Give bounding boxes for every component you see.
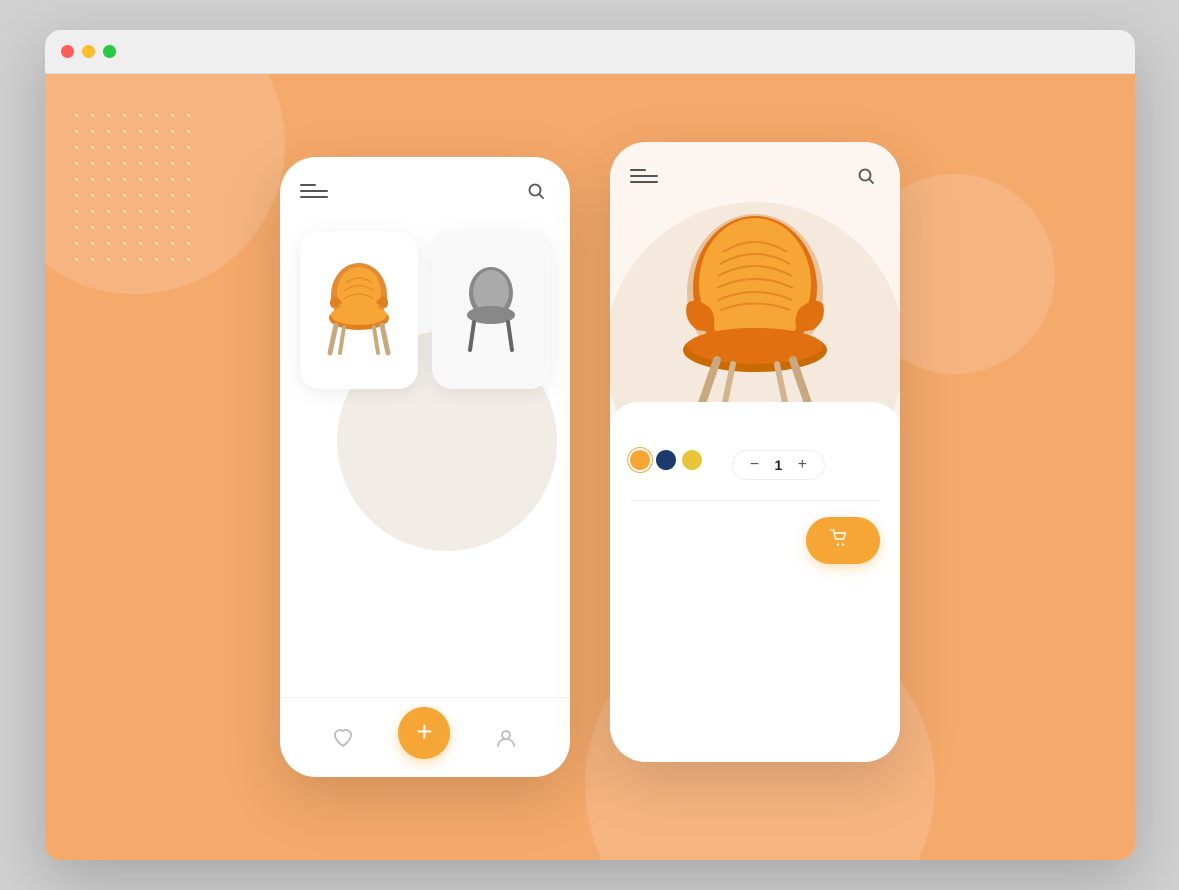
dot-pattern-right: [1009, 752, 1115, 830]
product-card-1[interactable]: [300, 231, 418, 389]
phone-2-header: [610, 142, 900, 200]
colors-group: [630, 442, 702, 480]
search-icon[interactable]: [522, 177, 550, 205]
cards-area: [300, 231, 550, 511]
color-swatch-orange[interactable]: [630, 450, 650, 470]
qty-decrease-button[interactable]: −: [745, 455, 765, 475]
qty-increase-button[interactable]: +: [792, 455, 812, 475]
product-card-2[interactable]: [432, 231, 550, 389]
product-card-1-image: [314, 245, 404, 365]
traffic-light-red[interactable]: [61, 45, 74, 58]
search-icon-2[interactable]: [852, 162, 880, 190]
qty-value: 1: [775, 457, 783, 473]
product-card-2-image: [446, 245, 536, 365]
bottom-nav: +: [280, 697, 570, 777]
dot-pattern-left: const dl = document.querySelector('.dots…: [75, 114, 197, 268]
cart-icon: [830, 529, 848, 552]
browser-chrome: [45, 30, 1135, 74]
product-details-card: − 1 +: [610, 402, 900, 762]
menu-line-2: [300, 190, 328, 192]
menu-line-1: [300, 184, 317, 186]
phone-mockup-1: +: [280, 157, 570, 777]
buy-row: [630, 500, 880, 564]
menu-icon[interactable]: [300, 177, 328, 205]
menu-icon-2[interactable]: [630, 162, 658, 190]
cards-row: [300, 231, 550, 389]
menu-line-4: [630, 169, 647, 171]
heart-icon[interactable]: [331, 726, 355, 750]
quantity-control: − 1 +: [732, 450, 826, 480]
color-swatches: [630, 450, 702, 470]
browser-window: const dl = document.querySelector('.dots…: [45, 30, 1135, 860]
phone-1-header: [280, 157, 570, 215]
menu-line-3: [300, 196, 328, 198]
browser-content: const dl = document.querySelector('.dots…: [45, 74, 1135, 860]
traffic-lights: [61, 45, 116, 58]
color-swatch-navy[interactable]: [656, 450, 676, 470]
phone-mockup-2: − 1 +: [610, 142, 900, 762]
color-swatch-yellow[interactable]: [682, 450, 702, 470]
fab-add-button[interactable]: +: [398, 707, 450, 759]
options-row: − 1 +: [630, 442, 880, 480]
hero-chair-image: [655, 202, 855, 422]
phone-2-inner: − 1 +: [610, 142, 900, 762]
phone-1-content: [280, 231, 570, 511]
add-to-cart-button[interactable]: [806, 517, 880, 564]
user-icon[interactable]: [494, 726, 518, 750]
traffic-light-yellow[interactable]: [82, 45, 95, 58]
quantity-group: − 1 +: [732, 442, 826, 480]
menu-line-6: [630, 181, 658, 183]
traffic-light-green[interactable]: [103, 45, 116, 58]
menu-line-5: [630, 175, 658, 177]
